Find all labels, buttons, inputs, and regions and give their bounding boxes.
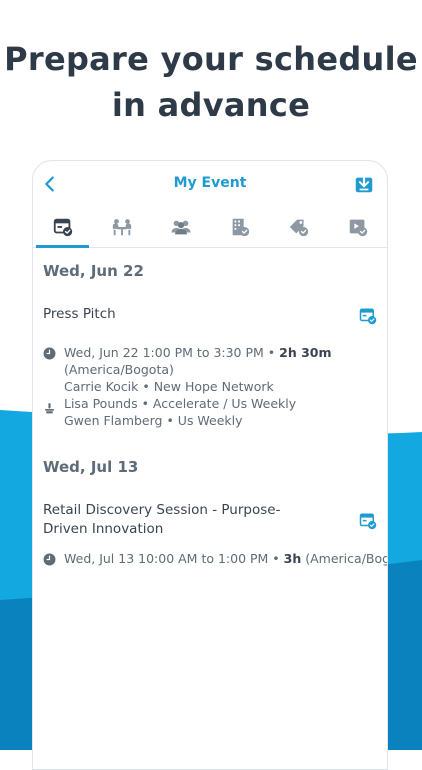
tab-my-schedule[interactable] <box>33 207 92 248</box>
tab-attendees[interactable] <box>151 207 210 247</box>
tab-sponsors[interactable] <box>269 207 328 247</box>
session-time-range: Wed, Jun 22 1:00 PM to 3:30 PM <box>64 345 264 360</box>
schedule-added-icon[interactable] <box>359 307 377 325</box>
clock-icon <box>43 347 56 360</box>
tab-meetings[interactable] <box>92 207 151 247</box>
schedule-added-icon[interactable] <box>359 512 377 530</box>
tab-exhibitors[interactable] <box>210 207 269 247</box>
speaker-line[interactable]: Gwen Flamberg • Us Weekly <box>64 412 296 429</box>
sponsors-icon <box>289 219 308 237</box>
date-header: Wed, Jul 13 <box>43 458 139 476</box>
session-duration: 2h 30m <box>279 345 332 360</box>
session-time: Wed, Jul 13 10:00 AM to 1:00 PM • 3h (Am… <box>64 550 388 567</box>
speaker-line[interactable]: Carrie Kocik • New Hope Network <box>64 378 296 395</box>
download-icon[interactable] <box>353 173 375 195</box>
speaker-line[interactable]: Lisa Pounds • Accelerate / Us Weekly <box>64 395 296 412</box>
separator-dot: • <box>268 551 284 566</box>
clock-icon <box>43 553 56 566</box>
date-header: Wed, Jun 22 <box>43 262 144 280</box>
session-time: Wed, Jun 22 1:00 PM to 3:30 PM • 2h 30m … <box>64 344 332 378</box>
headline: Prepare your schedule in advance <box>0 36 422 128</box>
session-speakers: Carrie Kocik • New Hope Network Lisa Pou… <box>64 378 296 429</box>
separator-dot: • <box>263 345 280 360</box>
session-timezone: (America/Bogota) <box>64 362 174 377</box>
session-title-line: Driven Innovation <box>43 521 164 537</box>
my-schedule-icon <box>53 218 72 237</box>
speaker-podium-icon <box>45 403 54 414</box>
headline-line-1: Prepare your schedule <box>4 40 418 78</box>
session-timezone: (America/Bogota) <box>305 551 388 566</box>
session-duration: 3h <box>283 551 302 566</box>
tab-bar <box>33 207 387 248</box>
session-time-range: Wed, Jul 13 10:00 AM to 1:00 PM <box>64 551 269 566</box>
app-title: My Event <box>173 175 247 191</box>
session-title-line: Retail Discovery Session - Purpose- <box>43 502 281 518</box>
tab-sessions[interactable] <box>328 207 387 247</box>
phone-frame: My Event Wed, Jun 22 Press Pitch Wed, Ju… <box>32 160 388 770</box>
session-title[interactable]: Press Pitch <box>43 305 116 324</box>
app-bar: My Event <box>33 161 387 207</box>
meetings-icon <box>112 219 131 236</box>
headline-line-2: in advance <box>111 86 311 124</box>
session-title-line: Press Pitch <box>43 306 116 322</box>
attendees-icon <box>170 220 191 235</box>
exhibitors-icon <box>232 218 249 237</box>
sessions-icon <box>349 219 367 237</box>
session-title[interactable]: Retail Discovery Session - Purpose- Driv… <box>43 501 280 539</box>
